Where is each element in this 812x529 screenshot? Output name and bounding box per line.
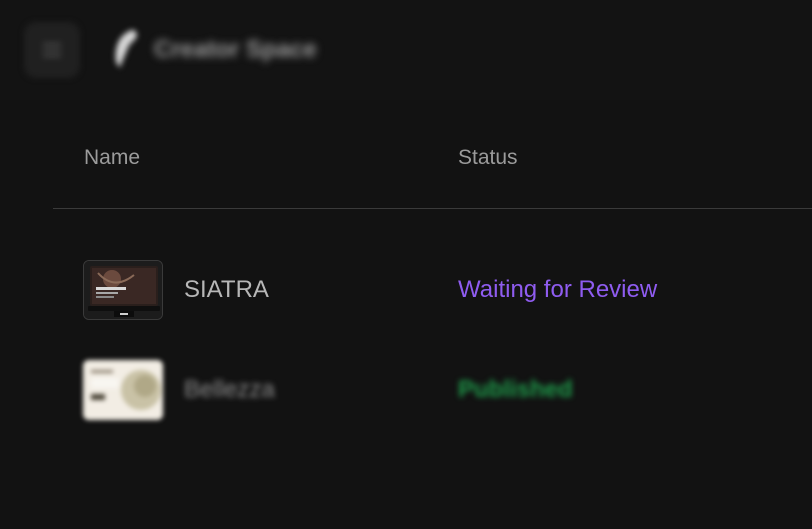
project-name[interactable]: SIATRA: [184, 276, 269, 304]
table-row[interactable]: Bellezza Published: [0, 350, 812, 430]
table-row[interactable]: SIATRA Waiting for Review: [0, 250, 812, 330]
feather-logo-icon: [115, 30, 137, 68]
top-bar: Creator Space: [0, 0, 812, 100]
project-name[interactable]: Bellezza: [184, 376, 275, 404]
menu-button[interactable]: [24, 22, 80, 78]
menu-icon: [43, 43, 61, 57]
header-divider: [53, 208, 812, 209]
status-label: Waiting for Review: [458, 276, 658, 303]
project-thumbnail-icon: [83, 360, 163, 420]
status-label: Published: [458, 376, 573, 403]
app-page: Creator Space Name Status SIATRA Waiting…: [0, 0, 812, 529]
column-header-status[interactable]: Status: [458, 146, 518, 170]
column-header-name[interactable]: Name: [84, 146, 140, 170]
app-name: Creator Space: [154, 36, 317, 63]
project-thumbnail-icon: [83, 260, 163, 320]
